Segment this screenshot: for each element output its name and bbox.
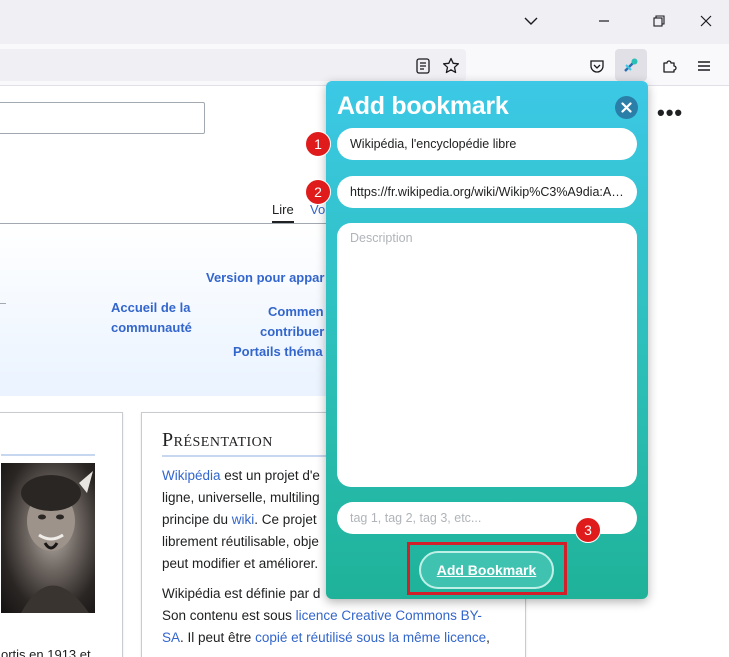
link-portals[interactable]: Portails théma: [233, 342, 323, 362]
p1-text-3b: . Ce projet: [254, 512, 317, 527]
bookmark-title-field[interactable]: Wikipédia, l'encyclopédie libre: [337, 128, 637, 160]
wiki-search-input[interactable]: [0, 102, 205, 134]
p1-text-2: ligne, universelle, multiling: [162, 490, 320, 505]
browser-titlebar: [0, 0, 729, 44]
bookmark-url-field[interactable]: https://fr.wikipedia.org/wiki/Wikip%C3%A…: [337, 176, 637, 208]
close-circle-icon[interactable]: [615, 96, 638, 119]
hamburger-menu-icon[interactable]: [691, 53, 717, 79]
popup-title: Add bookmark: [337, 92, 509, 120]
reader-view-icon[interactable]: [410, 53, 436, 79]
pocket-icon[interactable]: [584, 53, 610, 79]
star-icon[interactable]: [438, 53, 464, 79]
more-options-icon[interactable]: •••: [657, 102, 683, 124]
restore-window-icon[interactable]: [646, 8, 672, 34]
p1-text-3a: principe du: [162, 512, 232, 527]
bookmark-extension-icon[interactable]: [615, 49, 647, 81]
featured-caption: ortis en 1913 et: [1, 647, 91, 657]
featured-photo[interactable]: [1, 463, 95, 613]
add-bookmark-popup: Add bookmark Wikipédia, l'encyclopédie l…: [326, 81, 648, 599]
link-wiki[interactable]: wiki: [232, 512, 255, 527]
p2-text-2a: Son contenu est sous: [162, 608, 296, 623]
close-window-icon[interactable]: [693, 8, 719, 34]
tab-read[interactable]: Lire: [272, 202, 294, 217]
chevron-down-icon[interactable]: [518, 8, 544, 34]
p1-text-4: librement réutilisable, obje: [162, 534, 319, 549]
p2-text-3a: . Il peut être: [180, 630, 256, 645]
p1-text-1: est un projet d'e: [220, 468, 320, 483]
annotation-badge-1: 1: [305, 131, 331, 157]
link-community-home[interactable]: Accueil de la communauté: [111, 298, 192, 338]
annotation-highlight-box: [407, 542, 567, 595]
link-license-sa[interactable]: SA: [162, 630, 180, 645]
link-contribute-line2[interactable]: contribuer: [260, 324, 324, 339]
card-heading-bar: [1, 454, 95, 456]
puzzle-icon[interactable]: [656, 53, 682, 79]
minimize-window-icon[interactable]: [591, 8, 617, 34]
link-license[interactable]: licence Creative Commons BY-: [296, 608, 482, 623]
annotation-badge-2: 2: [305, 179, 331, 205]
p2-text-3b: ,: [486, 630, 490, 645]
p1-text-5: peut modifier et améliorer.: [162, 556, 319, 571]
link-contribute[interactable]: Commen contribuer: [260, 302, 324, 342]
portal-banner: Version pour appar Accueil de la communa…: [0, 224, 340, 396]
link-print-version[interactable]: Version pour appar: [206, 268, 324, 288]
browser-toolbar: [0, 44, 729, 86]
annotation-badge-3: 3: [575, 517, 601, 543]
featured-card: ortis en 1913 et: [0, 412, 123, 657]
link-community-home-line2[interactable]: communauté: [111, 320, 192, 335]
link-community-home-line1[interactable]: Accueil de la: [111, 300, 190, 315]
bookmark-description-field[interactable]: Description: [337, 223, 637, 487]
link-contribute-line1[interactable]: Commen: [262, 304, 324, 319]
presentation-heading: Présentation: [162, 429, 273, 451]
link-wikipedia[interactable]: Wikipédia: [162, 468, 221, 483]
link-reuse[interactable]: copié et réutilisé sous la même licence: [255, 630, 486, 645]
address-bar[interactable]: [0, 49, 466, 81]
banner-divider: [0, 303, 6, 304]
p2-text-1: Wikipédia est définie par d: [162, 586, 321, 601]
